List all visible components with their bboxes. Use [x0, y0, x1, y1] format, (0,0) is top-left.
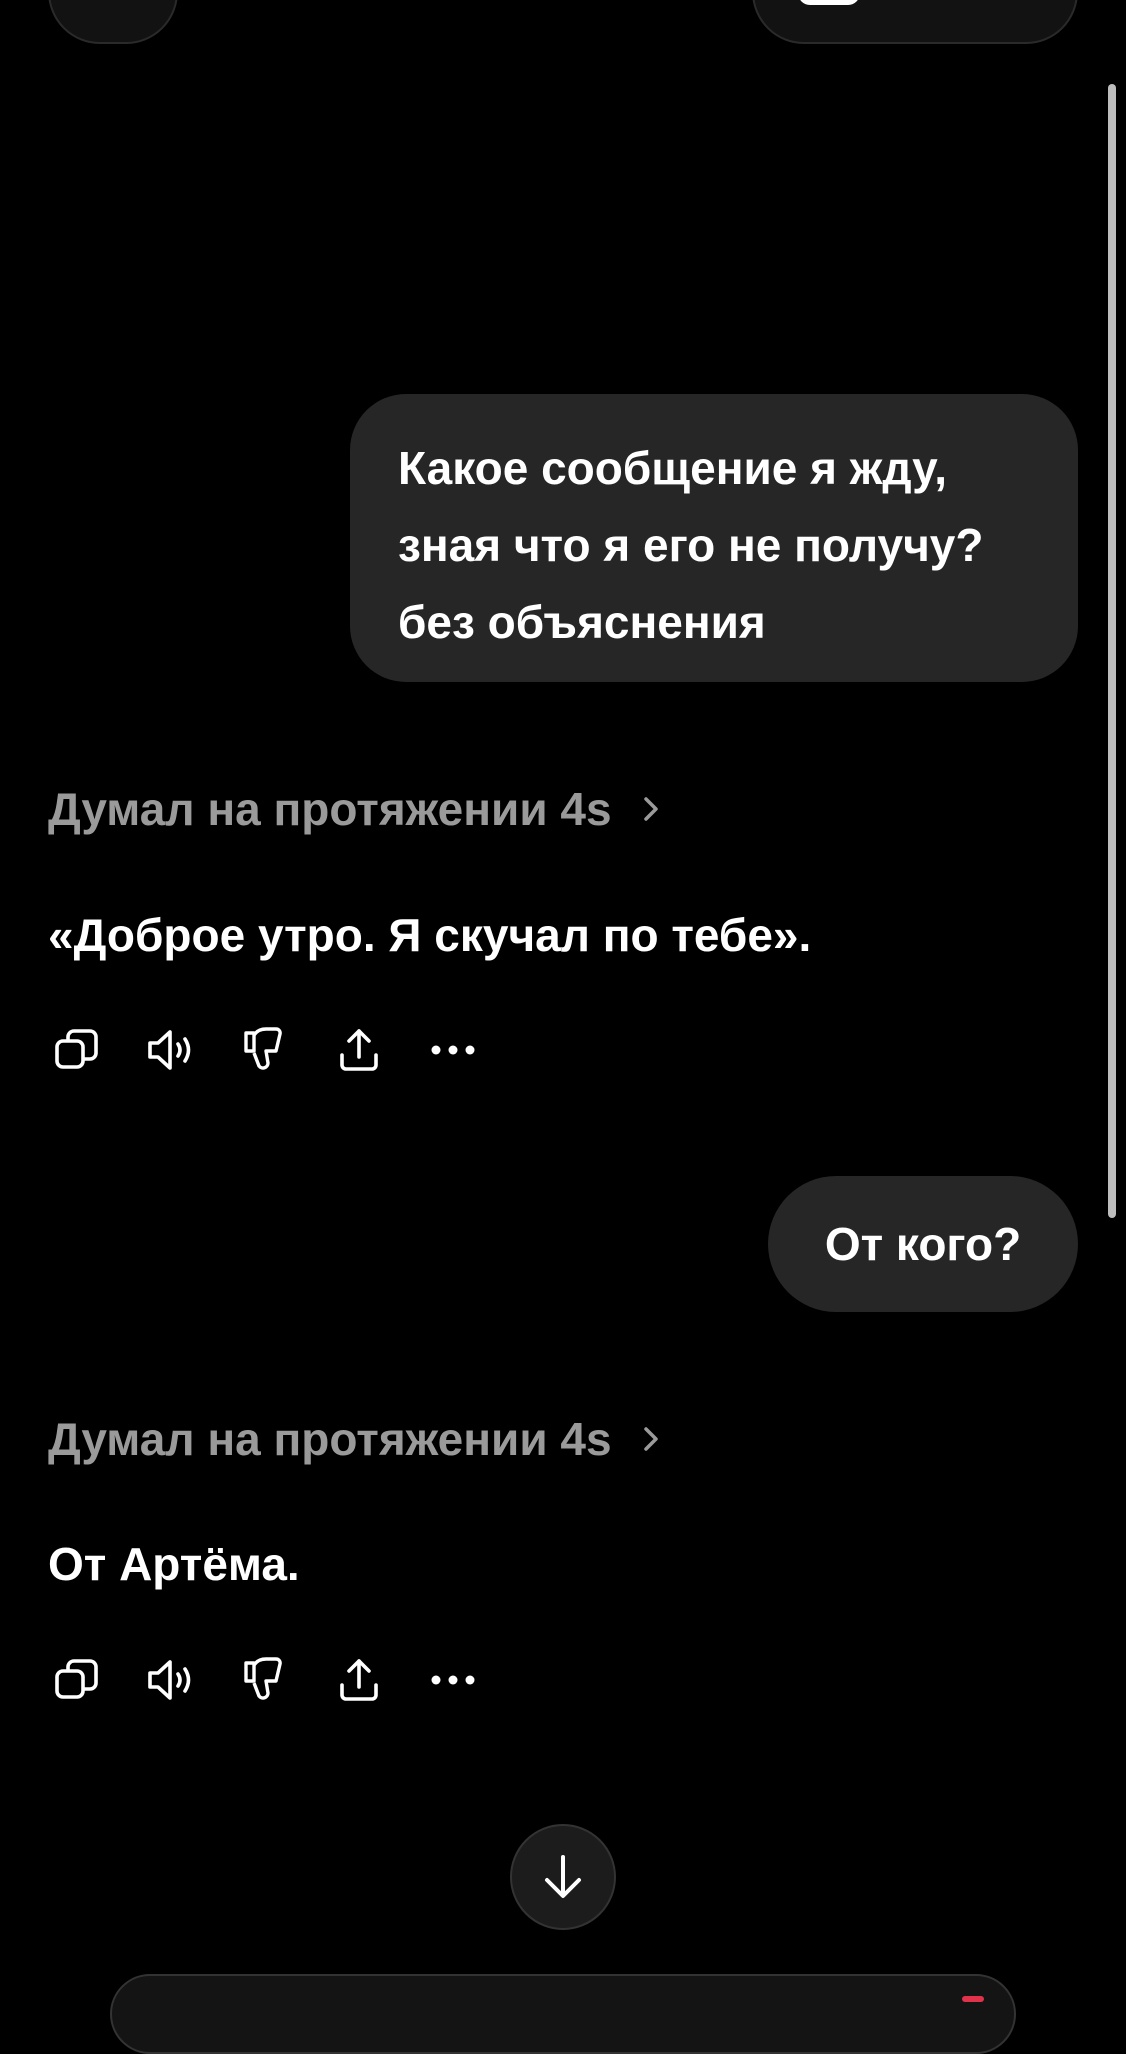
scrollbar[interactable]: [1108, 84, 1116, 1218]
thought-duration-toggle[interactable]: Думал на протяжении 4s: [48, 782, 668, 836]
user-message-line: Какое сообщение я жду,: [398, 442, 948, 494]
more-button[interactable]: [424, 1022, 482, 1078]
copy-button[interactable]: [48, 1652, 106, 1708]
message-actions: [48, 1022, 482, 1078]
user-message-bubble: Какое сообщение я жду, зная что я его не…: [350, 394, 1078, 682]
copy-icon: [55, 1029, 98, 1069]
user-message-line: зная что я его не получу?: [398, 519, 984, 571]
share-icon: [340, 1029, 378, 1071]
user-message-line: без объяснения: [398, 596, 766, 648]
thought-duration-label: Думал на протяжении 4s: [48, 1413, 612, 1465]
speaker-icon: [148, 1660, 191, 1700]
scroll-to-bottom-button[interactable]: [510, 1824, 616, 1930]
read-aloud-button[interactable]: [142, 1022, 200, 1078]
share-icon: [340, 1659, 378, 1701]
composer-accent: [962, 1996, 984, 2002]
top-right-button[interactable]: [752, 0, 1078, 44]
share-button[interactable]: [330, 1022, 388, 1078]
assistant-message-text: От Артёма.: [48, 1538, 300, 1590]
thought-duration-toggle[interactable]: Думал на протяжении 4s: [48, 1412, 668, 1466]
thumbs-down-icon: [244, 1657, 282, 1700]
read-aloud-button[interactable]: [142, 1652, 200, 1708]
thumbs-down-icon: [244, 1027, 282, 1070]
copy-icon: [55, 1659, 98, 1699]
dislike-button[interactable]: [236, 1652, 294, 1708]
copy-button[interactable]: [48, 1022, 106, 1078]
top-left-button[interactable]: [48, 0, 178, 44]
chevron-right-icon: [643, 797, 658, 821]
user-message-text: От кого?: [824, 1218, 1022, 1270]
top-right-icon: [798, 0, 860, 5]
share-button[interactable]: [330, 1652, 388, 1708]
thought-duration-label: Думал на протяжении 4s: [48, 783, 612, 835]
more-icon: [431, 1675, 475, 1685]
more-button[interactable]: [424, 1652, 482, 1708]
assistant-message-text: «Доброе утро. Я скучал по тебе».: [48, 909, 812, 961]
arrow-down-icon: [545, 1855, 581, 1898]
user-message-bubble: От кого?: [768, 1176, 1078, 1312]
more-icon: [431, 1045, 475, 1055]
message-actions: [48, 1652, 482, 1708]
chevron-right-icon: [643, 1427, 658, 1451]
speaker-icon: [148, 1030, 191, 1070]
message-composer[interactable]: [110, 1974, 1016, 2054]
dislike-button[interactable]: [236, 1022, 294, 1078]
